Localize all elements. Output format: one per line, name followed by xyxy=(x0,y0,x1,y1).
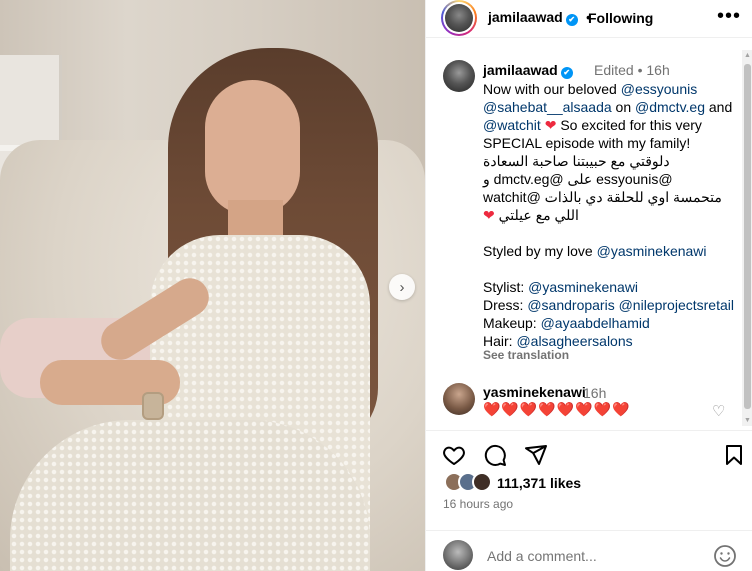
emoji-icon[interactable] xyxy=(713,544,737,568)
more-options-icon[interactable]: ••• xyxy=(717,5,741,28)
bookmark-icon[interactable] xyxy=(722,443,746,467)
current-user-avatar xyxy=(443,540,473,570)
comment-username[interactable]: yasminekenawi xyxy=(483,384,586,400)
comment-text: ❤️❤️❤️❤️❤️❤️❤️❤️ xyxy=(483,401,631,417)
photo-face xyxy=(205,80,300,215)
author-username[interactable]: jamilaawad ✔ xyxy=(488,9,578,26)
see-translation-link[interactable]: See translation xyxy=(483,348,569,362)
post-side-panel: jamilaawad ✔ • Following ••• jamilaawad ✔ … xyxy=(425,0,752,571)
heart-icon[interactable] xyxy=(442,443,466,467)
caption-area: jamilaawad ✔ Edited • 16h Now with our be… xyxy=(426,50,746,426)
next-arrow-icon: › xyxy=(399,278,405,296)
caption-meta: Edited • 16h xyxy=(594,62,670,78)
arabic-line: دلوقتي مع حبيبتنا صاحبة السعادة xyxy=(483,153,670,169)
comment-icon[interactable] xyxy=(483,443,507,467)
add-comment-bar xyxy=(426,530,752,571)
scroll-up-icon[interactable]: ▲ xyxy=(742,50,752,61)
following-button[interactable]: Following xyxy=(588,10,653,26)
arabic-line: اللي مع عيلتي xyxy=(498,207,579,223)
photo-skirt xyxy=(10,420,370,571)
mention-link[interactable]: @watchit xyxy=(483,117,541,133)
likes-count[interactable]: 111,371 likes xyxy=(497,475,581,491)
scrollbar-thumb[interactable] xyxy=(744,64,751,409)
action-bar xyxy=(426,430,752,476)
heart-emoji: ❤ xyxy=(544,117,557,133)
scroll-down-icon[interactable]: ▼ xyxy=(742,415,752,426)
verified-badge-icon: ✔ xyxy=(560,67,573,79)
post-header: jamilaawad ✔ • Following ••• xyxy=(426,0,752,38)
photo-watch xyxy=(142,392,164,420)
comment-time: 16h xyxy=(583,385,607,401)
share-icon[interactable] xyxy=(524,443,548,467)
credit-makeup: Makeup: @ayaabdelhamid xyxy=(483,315,650,331)
next-photo-button[interactable]: › xyxy=(389,274,415,300)
heart-emoji: ❤ xyxy=(483,207,495,223)
mention-link[interactable]: @yasminekenawi xyxy=(597,243,707,259)
caption-avatar[interactable] xyxy=(443,60,475,92)
arabic-line: متحمسة اوي للحلقة دي بالذات @watchit xyxy=(483,189,722,205)
comment-input[interactable] xyxy=(487,548,668,564)
post-time: 16 hours ago xyxy=(443,497,514,511)
caption-scrollbar[interactable]: ▲ ▼ xyxy=(742,50,752,426)
comment-avatar[interactable] xyxy=(443,383,475,415)
verified-badge-icon: ✔ xyxy=(565,14,578,26)
caption-username[interactable]: jamilaawad ✔ xyxy=(483,62,573,79)
comment-like-icon[interactable]: ♡ xyxy=(712,402,725,420)
mention-link[interactable]: @dmctv.eg xyxy=(635,99,705,115)
caption-text: Now with our beloved @essyounis @sahebat… xyxy=(483,80,743,350)
post-photo[interactable]: › xyxy=(0,0,425,571)
credit-stylist: Stylist: @yasminekenawi xyxy=(483,279,639,295)
author-avatar[interactable] xyxy=(441,0,477,36)
mention-link[interactable]: @sahebat__alsaada xyxy=(483,99,612,115)
arabic-line: @essyounis على @dmctv.eg و xyxy=(483,171,673,187)
credit-dress: Dress: @sandroparis @nileprojectsretail xyxy=(483,297,734,313)
mention-link[interactable]: @essyounis xyxy=(621,81,697,97)
